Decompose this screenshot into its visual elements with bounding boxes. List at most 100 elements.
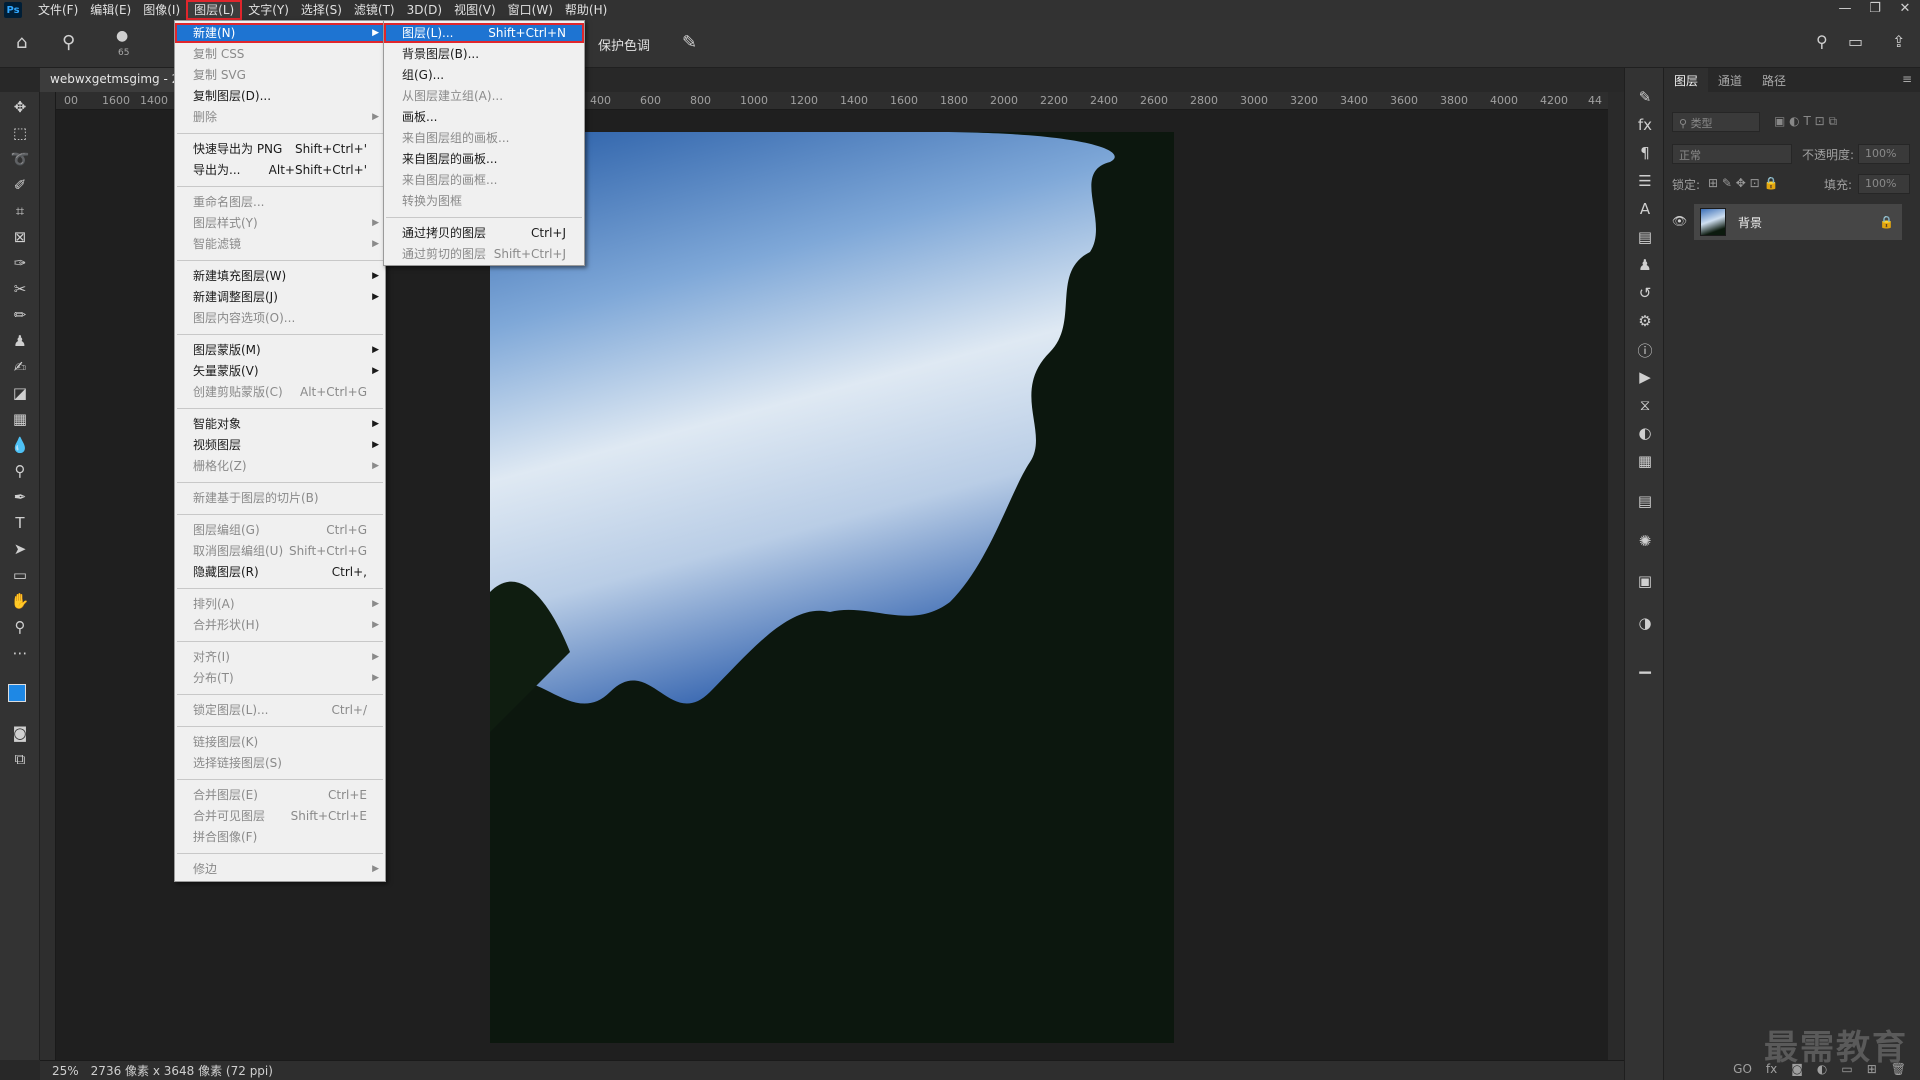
menu-item[interactable]: 窗口(W) [502,0,559,20]
opacity-field[interactable]: 100% [1858,144,1910,164]
adjust-icon[interactable]: ☰ [1625,172,1665,190]
menu-option[interactable]: 通过剪切的图层 Shift+Ctrl+J [384,244,584,264]
brush-settings-icon[interactable]: ✎ [1625,88,1665,106]
menu-option[interactable]: 新建(N) ▶ [175,23,385,43]
lasso-tool-icon[interactable]: ➰ [0,150,40,168]
libraries-icon[interactable]: ▤ [1625,228,1665,246]
document-image[interactable] [490,132,1174,1043]
menu-option[interactable]: 栅格化(Z) ▶ [175,456,385,476]
menu-item[interactable]: 选择(S) [295,0,348,20]
menu-option[interactable]: 背景图层(B)... [384,44,584,64]
adjustments-icon[interactable]: ◑ [1625,614,1665,632]
menu-option[interactable]: 对齐(I) ▶ [175,647,385,667]
menu-item[interactable]: 编辑(E) [84,0,137,20]
minimize-button[interactable]: — [1830,0,1860,20]
foreground-color-swatch[interactable] [8,684,26,702]
menu-option[interactable]: 创建剪贴蒙版(C) Alt+Ctrl+G [175,382,385,402]
type-tool-icon[interactable]: T [0,514,40,532]
eraser-tool-icon[interactable]: ◪ [0,384,40,402]
paragraph-icon[interactable]: ¶ [1625,144,1665,162]
menu-option[interactable]: 重命名图层... [175,192,385,212]
menu-option[interactable]: 合并可见图层 Shift+Ctrl+E [175,806,385,826]
menu-option[interactable]: 取消图层编组(U) Shift+Ctrl+G [175,541,385,561]
menu-option[interactable]: 图层内容选项(O)... [175,308,385,328]
menu-option[interactable]: 新建调整图层(J) ▶ [175,287,385,307]
menu-item[interactable]: 文字(Y) [242,0,295,20]
menu-option[interactable]: 链接图层(K) [175,732,385,752]
timeline-icon[interactable]: ⧖ [1625,396,1665,414]
play-icon[interactable]: ▶ [1625,368,1665,386]
menu-item[interactable]: 帮助(H) [559,0,613,20]
dodge-tool-icon[interactable]: ⚲ [0,462,40,480]
screen-mode-icon[interactable]: ⧉ [0,750,40,768]
path-select-tool-icon[interactable]: ➤ [0,540,40,558]
menu-option[interactable]: 图层编组(G) Ctrl+G [175,520,385,540]
menu-option[interactable]: 新建填充图层(W) ▶ [175,266,385,286]
more-tools-icon[interactable]: ⋯ [0,644,40,662]
menu-option[interactable]: 排列(A) ▶ [175,594,385,614]
quick-select-tool-icon[interactable]: ✐ [0,176,40,194]
menu-option[interactable]: 选择链接图层(S) [175,753,385,773]
menu-option[interactable]: 合并图层(E) Ctrl+E [175,785,385,805]
measurement-icon[interactable]: ▁ [1625,656,1665,674]
menu-item[interactable]: 图层(L) [186,0,243,20]
menu-option[interactable]: 矢量蒙版(V) ▶ [175,361,385,381]
layer-lock-icon[interactable]: 🔒 [1879,215,1894,229]
menu-option[interactable]: 视频图层 ▶ [175,435,385,455]
filter-icons[interactable]: ▣ ◐ T ⊡ ⧉ [1774,114,1837,129]
history-icon[interactable]: ↺ [1625,284,1665,302]
character-icon[interactable]: A [1625,200,1665,218]
move-tool-icon[interactable]: ✥ [0,98,40,116]
menu-option[interactable]: 复制图层(D)... [175,86,385,106]
share-icon[interactable]: ⇪ [1892,32,1905,51]
home-icon[interactable]: ⌂ [16,32,27,53]
menu-item[interactable]: 滤镜(T) [348,0,401,20]
tab-paths[interactable]: 路径 [1752,68,1796,92]
menu-option[interactable]: 智能滤镜 ▶ [175,234,385,254]
history-brush-tool-icon[interactable]: ✍ [0,358,40,376]
blur-tool-icon[interactable]: 💧 [0,436,40,454]
menu-option[interactable]: 来自图层的画板... [384,149,584,169]
layer-filter-field[interactable]: ⚲ 类型 [1672,112,1760,132]
menu-option[interactable]: 画板... [384,107,584,127]
zoom-tool-preset-icon[interactable]: ⚲ [62,32,75,53]
menu-option[interactable]: 删除 ▶ [175,107,385,127]
tab-layers[interactable]: 图层 [1664,68,1709,92]
menu-item[interactable]: 图像(I) [137,0,186,20]
menu-option[interactable]: 来自图层组的画板... [384,128,584,148]
stamp-tool-icon[interactable]: ♟ [0,332,40,350]
menu-option[interactable]: 图层蒙版(M) ▶ [175,340,385,360]
color-icon[interactable]: ◐ [1625,424,1665,442]
panel-menu-icon[interactable]: ≡ [1902,72,1912,86]
tab-channels[interactable]: 通道 [1708,68,1752,92]
menu-option[interactable]: 组(G)... [384,65,584,85]
close-button[interactable]: ✕ [1890,0,1920,20]
restore-button[interactable]: ❐ [1860,0,1890,20]
quick-mask-icon[interactable]: ◙ [0,724,40,742]
info-icon[interactable]: ⓘ [1625,340,1665,361]
menu-option[interactable]: 导出为... Alt+Shift+Ctrl+' [175,160,385,180]
search-icon[interactable]: ⚲ [1816,32,1828,51]
menu-option[interactable]: 复制 SVG [175,65,385,85]
zoom-level[interactable]: 25% [52,1064,79,1078]
lock-icons[interactable]: ⊞ ✎ ✥ ⊡ 🔒 [1708,176,1778,190]
clone-source-icon[interactable]: ♟ [1625,256,1665,274]
notes-icon[interactable]: ▤ [1625,492,1665,510]
grid-icon[interactable]: ▦ [1625,452,1665,470]
link-layers-icon[interactable]: GO [1733,1062,1752,1076]
menu-option[interactable]: 图层(L)... Shift+Ctrl+N [384,23,584,43]
menu-option[interactable]: 来自图层的画框... [384,170,584,190]
visibility-eye-icon[interactable]: 👁 [1672,214,1687,228]
blend-mode-select[interactable]: 正常 [1672,144,1792,164]
menu-option[interactable]: 锁定图层(L)... Ctrl+/ [175,700,385,720]
hand-tool-icon[interactable]: ✋ [0,592,40,610]
workspace-icon[interactable]: ▭ [1848,32,1863,51]
menu-option[interactable]: 通过拷贝的图层 Ctrl+J [384,223,584,243]
brush-tool-icon[interactable]: ✏ [0,306,40,324]
eyedropper-tool-icon[interactable]: ✑ [0,254,40,272]
menu-option[interactable]: 智能对象 ▶ [175,414,385,434]
vertical-scrollbar[interactable] [1608,92,1624,1060]
protect-tone-label[interactable]: 保护色调 [598,35,650,54]
pressure-icon[interactable]: ✎ [682,32,697,53]
3d-icon[interactable]: ✺ [1625,532,1665,550]
